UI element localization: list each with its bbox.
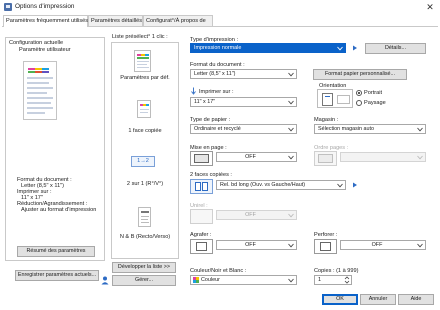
duplex-glyph: 1→2	[137, 158, 149, 164]
staple-label: Agrafer :	[190, 232, 212, 238]
window-title: Options d'impression	[15, 3, 75, 10]
paper-type-select[interactable]: Ordinaire et recyclé	[190, 124, 297, 134]
portrait-page-icon	[322, 93, 333, 106]
doc-size-select[interactable]: Letter (8,5" x 11")	[190, 69, 297, 79]
unirel-preview-icon	[190, 209, 213, 224]
preset-2up-icon: 1→2	[131, 156, 155, 167]
preset-bw-duplex[interactable]: N & B (Recto/Verso)	[114, 234, 176, 240]
stepper-down-icon[interactable]	[344, 280, 350, 284]
preset-default[interactable]: Paramètres par déf.	[114, 75, 176, 81]
tab-detailed-settings[interactable]: Paramètres détaillés	[88, 15, 143, 26]
print-on-select[interactable]: 11" x 17"	[190, 97, 297, 107]
printer-app-icon	[4, 3, 12, 11]
punch-select[interactable]: OFF	[340, 240, 426, 250]
preset-2up[interactable]: 2 sur 1 (R°/V°)	[114, 181, 176, 187]
orientation-preview	[317, 89, 353, 108]
duplex-preview-icon	[190, 179, 213, 194]
paper-type-label: Type de papier :	[190, 117, 231, 123]
preset-single-side[interactable]: 1 face copiée	[114, 128, 176, 134]
preset-bw-duplex-icon	[138, 207, 151, 227]
punch-label: Perforer :	[314, 232, 338, 238]
details-button[interactable]: Détails...	[365, 43, 426, 54]
close-icon[interactable]: ✕	[424, 1, 436, 13]
cancel-button[interactable]: Annuler	[360, 294, 396, 305]
tray-label: Magasin :	[314, 117, 339, 123]
custom-size-button[interactable]: Format papier personnalisé...	[313, 69, 407, 80]
chevron-down-icon	[288, 278, 294, 283]
page-order-preview-icon	[314, 151, 337, 166]
staple-select[interactable]: OFF	[216, 240, 297, 250]
print-type-value: Impression normale	[194, 45, 242, 51]
color-mode-label: Couleur/Noir et Blanc :	[190, 268, 247, 274]
tab-configuration-about[interactable]: Configurat°/À propos de	[143, 15, 213, 26]
print-type-select[interactable]: Impression normale	[190, 43, 346, 53]
chevron-down-icon	[288, 72, 294, 77]
color-mode-value: Couleur	[201, 277, 220, 283]
chevron-down-icon	[288, 100, 294, 105]
orientation-portrait-label[interactable]: Portrait	[364, 90, 382, 96]
print-on-select-label: Imprimer sur :	[199, 89, 234, 95]
help-button[interactable]: Aide	[398, 294, 434, 305]
chevron-down-icon	[288, 155, 294, 160]
layout-value: OFF	[245, 154, 256, 160]
punch-value: OFF	[371, 242, 383, 248]
ok-button[interactable]: OK	[322, 294, 358, 305]
orientation-landscape-radio[interactable]	[356, 100, 362, 106]
document-preview	[23, 61, 57, 120]
print-on-select-value: 11" x 17"	[194, 99, 216, 105]
unirel-value: OFF	[245, 212, 256, 218]
user-icon	[101, 276, 109, 285]
manage-button[interactable]: Gérer...	[112, 275, 176, 286]
layout-select[interactable]: OFF	[216, 152, 297, 162]
color-swatch-icon	[193, 277, 199, 283]
current-config-title: Configuration actuelle	[9, 40, 64, 46]
tab-frequent-settings[interactable]: Paramètres fréquemment utilisés	[3, 15, 88, 27]
preset-default-icon	[134, 50, 151, 72]
unirel-select[interactable]: OFF	[216, 210, 297, 220]
copies-value: 1	[318, 277, 322, 283]
staple-value: OFF	[245, 242, 256, 248]
punch-preview-icon	[314, 239, 337, 254]
tray-select[interactable]: Sélection magasin auto	[314, 124, 426, 134]
chevron-down-icon	[288, 127, 294, 132]
preset-single-side-icon	[137, 100, 151, 118]
doc-size-label: Format du document :	[190, 62, 245, 68]
summary-button[interactable]: Résumé des paramètres	[17, 246, 95, 257]
print-on-arrow-icon	[191, 87, 196, 97]
play-arrow-icon	[352, 182, 358, 190]
page-order-select[interactable]	[340, 152, 426, 162]
copies-stepper[interactable]: 1	[314, 275, 352, 285]
expand-list-button[interactable]: Développer la liste >>	[112, 262, 176, 273]
chevron-down-icon	[417, 243, 423, 248]
play-arrow-icon	[352, 45, 358, 53]
save-settings-button[interactable]: Enregistrer paramètres actuels...	[15, 270, 99, 281]
color-mode-select[interactable]: Couleur	[190, 275, 297, 285]
chevron-down-icon	[337, 183, 343, 188]
duplex-label: 2 faces copiées :	[190, 172, 232, 178]
orientation-portrait-radio[interactable]	[356, 90, 362, 96]
reduction-value: Ajuster au format d'impression	[21, 207, 97, 213]
chevron-down-icon	[417, 127, 423, 132]
staple-preview-icon	[190, 239, 213, 254]
title-bar: Options d'impression ✕	[0, 0, 440, 14]
paper-type-value: Ordinaire et recyclé	[194, 126, 241, 132]
orientation-landscape-label[interactable]: Paysage	[364, 100, 386, 106]
tray-value: Sélection magasin auto	[318, 126, 375, 132]
presets-title: Liste présélect° 1 clic :	[112, 34, 168, 40]
chevron-down-icon	[337, 46, 343, 51]
chevron-down-icon	[288, 213, 294, 218]
layout-preview-icon	[190, 151, 213, 166]
landscape-page-icon	[337, 95, 350, 104]
chevron-down-icon	[417, 155, 423, 160]
chevron-down-icon	[288, 243, 294, 248]
duplex-value: Rel. bd long (Ouv. vs Gauche/Haut)	[220, 182, 305, 188]
duplex-select[interactable]: Rel. bd long (Ouv. vs Gauche/Haut)	[216, 180, 346, 190]
current-config-name: Paramètre utilisateur	[19, 47, 71, 53]
doc-size-value: Letter (8,5" x 11")	[194, 71, 236, 77]
copies-label: Copies : (1 à 999)	[314, 268, 359, 274]
